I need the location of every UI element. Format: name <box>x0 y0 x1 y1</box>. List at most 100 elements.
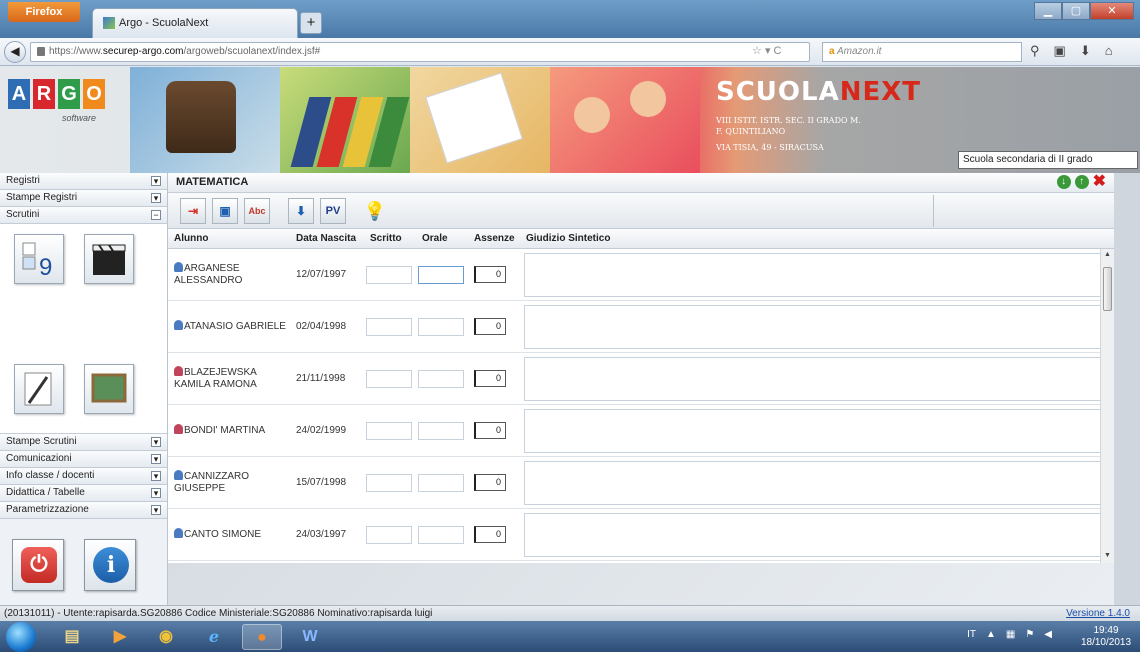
scritto-input[interactable] <box>366 421 412 440</box>
sidebar-item-comunicazioni[interactable]: Comunicazioni ▾ <box>0 451 167 468</box>
move-up-icon[interactable]: ↑ <box>1074 175 1089 189</box>
bookmark-star-icon[interactable]: ☆ <box>752 45 762 57</box>
orale-input[interactable] <box>418 525 464 544</box>
scritto-input[interactable] <box>366 525 412 544</box>
flag-icon[interactable]: ⚑ <box>1025 629 1034 640</box>
orale-input[interactable] <box>418 473 464 492</box>
back-arrow-icon[interactable]: ◀ <box>4 41 26 63</box>
expand-toggle-icon[interactable]: ▾ <box>151 488 161 498</box>
expand-toggle-icon[interactable]: ▾ <box>151 437 161 447</box>
media-player-icon[interactable]: ▶ <box>100 624 140 650</box>
giudizio-textarea[interactable] <box>524 512 1110 557</box>
giudizio-textarea[interactable] <box>524 408 1110 453</box>
assenze-input[interactable]: 0 <box>474 422 506 439</box>
sidebar-item-info-classe[interactable]: Info classe / docenti ▾ <box>0 468 167 485</box>
url-bar-icons: ☆ ▾ C <box>752 44 781 57</box>
maximize-icon[interactable]: ▢ <box>1062 2 1090 20</box>
assenze-input[interactable]: 0 <box>474 370 506 387</box>
assenze-input[interactable]: 0 <box>474 526 506 543</box>
expand-toggle-icon[interactable]: ▾ <box>151 193 161 203</box>
scritto-input[interactable] <box>366 265 412 284</box>
spellcheck-icon[interactable]: Abc <box>244 198 270 224</box>
clock-date: 18/10/2013 <box>1080 637 1132 648</box>
column-header-data-nascita[interactable]: Data Nascita <box>292 229 364 248</box>
giudizio-textarea[interactable] <box>524 460 1110 505</box>
scroll-up-icon[interactable]: ▲ <box>1103 251 1112 260</box>
volume-icon[interactable]: ◀ <box>1044 629 1052 640</box>
column-header-giudizio[interactable]: Giudizio Sintetico <box>520 229 1114 248</box>
logout-button[interactable]: ⏻ <box>12 539 64 591</box>
system-clock[interactable]: 19:49 18/10/2013 <box>1080 625 1132 649</box>
column-header-alunno[interactable]: Alunno <box>168 229 292 248</box>
expand-toggle-icon[interactable]: ▾ <box>151 471 161 481</box>
giudizio-textarea[interactable] <box>524 356 1110 401</box>
orale-input[interactable] <box>418 369 464 388</box>
firefox-taskbar-icon[interactable]: ● <box>242 624 282 650</box>
grades-table-body: ARGANESE ALESSANDRO 12/07/1997 0 ATANASI… <box>168 249 1114 563</box>
firefox-menu-button[interactable]: Firefox <box>8 2 80 22</box>
expand-toggle-icon[interactable]: ▾ <box>151 505 161 515</box>
tray-expand-icon[interactable]: ▲ <box>986 629 996 640</box>
move-down-icon[interactable]: ↓ <box>1056 175 1071 189</box>
close-window-icon[interactable]: ✕ <box>1090 2 1134 20</box>
scritto-input[interactable] <box>366 473 412 492</box>
info-button[interactable]: i <box>84 539 136 591</box>
voti-grid-tile[interactable]: 9 <box>14 234 64 284</box>
pv-import-icon[interactable]: PV <box>320 198 346 224</box>
scroll-down-icon[interactable]: ▼ <box>1103 552 1112 561</box>
home-icon[interactable]: ⌂ <box>1105 43 1113 59</box>
search-icon[interactable]: ⚲ <box>1030 43 1040 59</box>
giudizio-textarea[interactable] <box>524 304 1110 349</box>
internet-explorer-icon[interactable]: e <box>194 624 234 650</box>
giudizio-textarea[interactable] <box>524 252 1110 297</box>
school-type-select[interactable]: Scuola secondaria di II grado <box>958 151 1138 169</box>
new-tab-button[interactable]: + <box>300 12 322 34</box>
blackboard-tile[interactable] <box>84 364 134 414</box>
download-arrow-icon[interactable]: ⬇ <box>288 198 314 224</box>
scritto-input[interactable] <box>366 369 412 388</box>
word-icon[interactable]: W <box>290 624 330 650</box>
search-bar[interactable]: a Amazon.it <box>822 42 1022 62</box>
start-button-icon[interactable] <box>6 622 36 652</box>
browser-tab[interactable]: Argo - ScuolaNext <box>92 8 298 38</box>
table-row: ATANASIO GABRIELE 02/04/1998 0 <box>168 301 1114 353</box>
bookmarks-menu-icon[interactable]: ▣ <box>1054 43 1066 59</box>
table-scrollbar[interactable]: ▲ ▼ <box>1100 249 1114 563</box>
collapse-toggle-icon[interactable]: − <box>151 210 161 220</box>
version-link[interactable]: Versione 1.4.0 <box>1066 608 1130 619</box>
sidebar-item-scrutini[interactable]: Scrutini − <box>0 207 167 224</box>
scroll-thumb[interactable] <box>1103 267 1112 311</box>
orale-input[interactable] <box>418 421 464 440</box>
close-panel-icon[interactable]: ✖ <box>1093 174 1106 190</box>
edit-document-tile[interactable] <box>14 364 64 414</box>
sidebar-item-label: Parametrizzazione <box>6 504 89 515</box>
assenze-input[interactable]: 0 <box>474 318 506 335</box>
minimize-icon[interactable]: ▁ <box>1034 2 1062 20</box>
language-indicator[interactable]: IT <box>967 629 976 640</box>
orale-input[interactable] <box>418 265 464 284</box>
column-header-orale[interactable]: Orale <box>416 229 468 248</box>
exit-door-icon[interactable]: ⇥ <box>180 198 206 224</box>
sidebar-item-stampe-registri[interactable]: Stampe Registri ▾ <box>0 190 167 207</box>
clapperboard-tile[interactable] <box>84 234 134 284</box>
expand-toggle-icon[interactable]: ▾ <box>151 176 161 186</box>
save-disk-icon[interactable]: ▣ <box>212 198 238 224</box>
sidebar-item-stampe-scrutini[interactable]: Stampe Scrutini ▾ <box>0 434 167 451</box>
network-icon[interactable]: ▦ <box>1006 629 1015 640</box>
assenze-input[interactable]: 0 <box>474 474 506 491</box>
assenze-input[interactable]: 0 <box>474 266 506 283</box>
column-header-assenze[interactable]: Assenze <box>468 229 520 248</box>
lightbulb-icon[interactable]: 💡 <box>362 198 388 224</box>
scritto-input[interactable] <box>366 317 412 336</box>
explorer-icon[interactable]: ▤ <box>52 624 92 650</box>
download-icon[interactable]: ⬇ <box>1080 43 1091 59</box>
orale-input[interactable] <box>418 317 464 336</box>
blackboard-icon <box>91 373 127 403</box>
reload-icon[interactable]: ▾ C <box>765 45 782 57</box>
expand-toggle-icon[interactable]: ▾ <box>151 454 161 464</box>
sidebar-item-didattica[interactable]: Didattica / Tabelle ▾ <box>0 485 167 502</box>
chrome-icon[interactable]: ◉ <box>146 624 186 650</box>
url-bar[interactable]: https://www.securep-argo.com/argoweb/scu… <box>30 42 810 62</box>
sidebar-item-registri[interactable]: Registri ▾ <box>0 173 167 190</box>
column-header-scritto[interactable]: Scritto <box>364 229 416 248</box>
